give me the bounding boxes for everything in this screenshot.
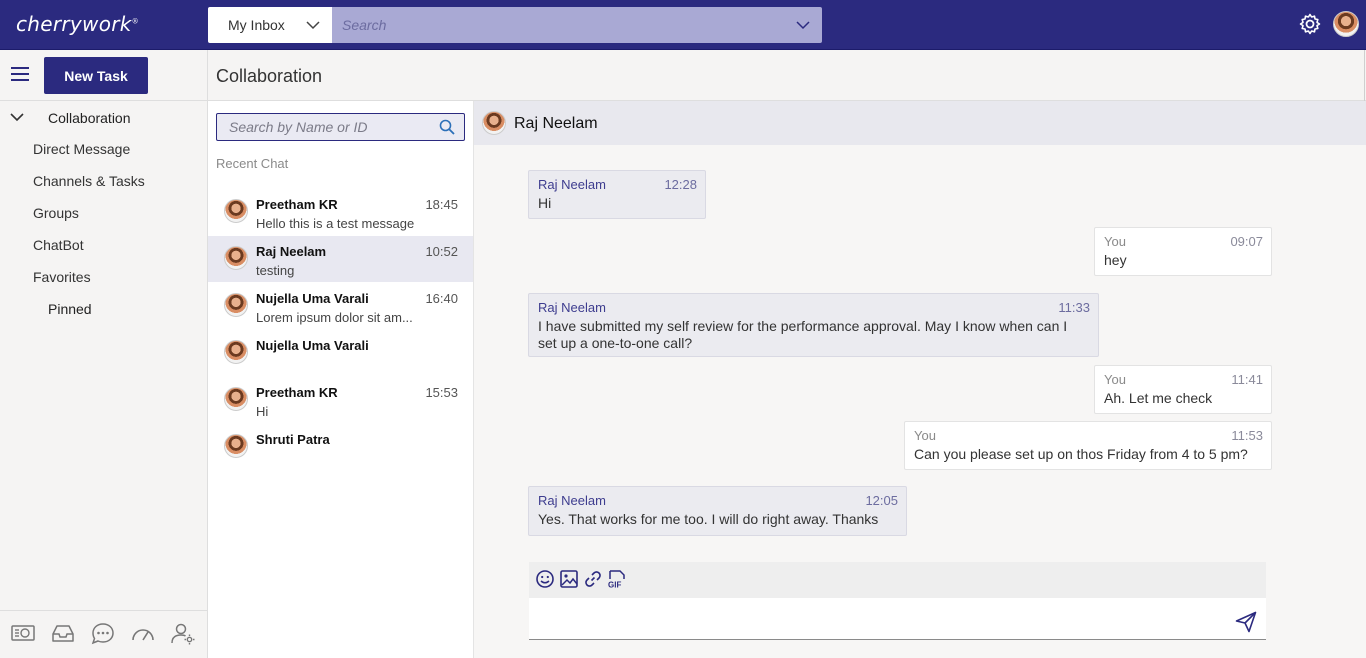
recent-chat-label: Recent Chat xyxy=(216,156,289,171)
message-time: 11:41 xyxy=(1231,372,1263,387)
global-search xyxy=(332,7,822,43)
user-settings-icon[interactable] xyxy=(170,621,196,645)
message-input[interactable] xyxy=(537,606,1227,632)
contact-name[interactable]: Raj Neelam xyxy=(514,115,598,133)
chat-time: 16:40 xyxy=(425,291,458,306)
nav-section-label: Collaboration xyxy=(48,110,131,126)
chat-name: Preetham KR xyxy=(256,385,338,400)
hamburger-menu-icon[interactable] xyxy=(11,67,29,81)
chat-name: Raj Neelam xyxy=(256,244,327,259)
top-bar: cherrywork® My Inbox xyxy=(0,0,1366,50)
nav-section-collaboration[interactable]: Collaboration xyxy=(0,107,207,129)
chat-time: 15:53 xyxy=(425,385,458,400)
message-composer: GIF xyxy=(529,562,1266,640)
message-bubble: Raj Neelam 11:33 I have submitted my sel… xyxy=(528,293,1099,357)
message-text: Ah. Let me check xyxy=(1104,390,1213,406)
message-time: 12:28 xyxy=(664,177,697,192)
search-input[interactable] xyxy=(342,17,782,33)
message-text: I have submitted my self review for the … xyxy=(538,318,1068,351)
composer-toolbar: GIF xyxy=(529,562,1266,598)
chat-time: 10:52 xyxy=(425,244,458,259)
divider xyxy=(1364,50,1365,101)
message-text: Can you please set up on thos Friday fro… xyxy=(914,446,1248,462)
avatar xyxy=(224,293,248,317)
message-sender: You xyxy=(914,428,936,443)
chat-list-item[interactable]: Preetham KR 18:45 Hello this is a test m… xyxy=(208,189,473,235)
message-sender: Raj Neelam xyxy=(538,493,606,508)
chat-bubble-icon[interactable] xyxy=(90,621,116,645)
message-time: 12:05 xyxy=(865,493,898,508)
message-bubble: You 11:53 Can you please set up on thos … xyxy=(904,421,1272,470)
new-task-button[interactable]: New Task xyxy=(44,57,148,94)
divider xyxy=(207,50,208,101)
message-sender: Raj Neelam xyxy=(538,300,606,315)
chat-preview: testing xyxy=(256,263,295,278)
chat-list-panel: Recent Chat Preetham KR 18:45 Hello this… xyxy=(208,101,474,658)
user-avatar[interactable] xyxy=(1333,11,1359,37)
inbox-tray-icon[interactable] xyxy=(50,621,76,645)
message-text: Hi xyxy=(538,195,552,211)
nav-item-chatbot[interactable]: ChatBot xyxy=(33,237,84,253)
chat-preview: Hello this is a test message xyxy=(256,216,415,231)
emoji-icon[interactable] xyxy=(535,569,555,589)
chat-list-item[interactable]: Preetham KR 15:53 Hi xyxy=(208,377,473,423)
chat-preview: Hi xyxy=(256,404,269,419)
link-icon[interactable] xyxy=(583,569,603,589)
message-bubble: Raj Neelam 12:28 Hi xyxy=(528,170,706,219)
svg-text:GIF: GIF xyxy=(608,581,621,590)
message-time: 11:33 xyxy=(1058,300,1090,315)
speedometer-icon[interactable] xyxy=(130,621,156,645)
chevron-down-icon[interactable] xyxy=(796,19,810,31)
inbox-select-label: My Inbox xyxy=(228,17,285,33)
nav-item-favorites[interactable]: Favorites xyxy=(33,269,91,285)
nav-item-groups[interactable]: Groups xyxy=(33,205,79,221)
composer-input-area xyxy=(529,598,1266,640)
conversation-panel: Raj Neelam Raj Neelam 12:28 Hi You 09:07… xyxy=(474,101,1366,658)
image-icon[interactable] xyxy=(559,569,579,589)
avatar[interactable] xyxy=(482,111,506,135)
avatar xyxy=(224,199,248,223)
conversation-header: Raj Neelam xyxy=(474,101,1366,145)
sub-header: New Task Collaboration xyxy=(0,50,1366,101)
search-icon[interactable] xyxy=(439,119,455,135)
message-bubble: Raj Neelam 12:05 Yes. That works for me … xyxy=(528,486,907,536)
avatar xyxy=(224,434,248,458)
message-bubble: You 09:07 hey xyxy=(1094,227,1272,276)
chat-search-input[interactable] xyxy=(229,119,429,135)
chat-list-item[interactable]: Shruti Patra xyxy=(208,424,473,470)
chevron-down-icon xyxy=(10,113,24,122)
chat-search xyxy=(216,113,465,141)
nav-item-channels-tasks[interactable]: Channels & Tasks xyxy=(33,173,145,189)
nav-item-pinned[interactable]: Pinned xyxy=(48,301,92,317)
avatar xyxy=(224,387,248,411)
message-bubble: You 11:41 Ah. Let me check xyxy=(1094,365,1272,414)
send-icon[interactable] xyxy=(1234,610,1258,634)
message-time: 09:07 xyxy=(1230,234,1263,249)
chat-list-item[interactable]: Nujella Uma Varali 16:40 Lorem ipsum dol… xyxy=(208,283,473,329)
chat-name: Nujella Uma Varali xyxy=(256,291,369,306)
inbox-select[interactable]: My Inbox xyxy=(208,7,332,43)
chat-list-item[interactable]: Raj Neelam 10:52 testing xyxy=(208,236,473,282)
dashboard-card-icon[interactable] xyxy=(10,621,36,645)
nav-item-direct-message[interactable]: Direct Message xyxy=(33,141,130,157)
message-text: Yes. That works for me too. I will do ri… xyxy=(538,511,879,527)
gear-icon[interactable] xyxy=(1298,12,1322,36)
bottom-toolbar xyxy=(0,610,207,658)
chat-time: 18:45 xyxy=(425,197,458,212)
cherrywork-logo[interactable]: cherrywork® xyxy=(16,12,139,36)
chat-list-item[interactable]: Nujella Uma Varali xyxy=(208,330,473,376)
message-time: 11:53 xyxy=(1231,428,1263,443)
message-text: hey xyxy=(1104,252,1127,268)
page-title: Collaboration xyxy=(216,66,323,86)
avatar xyxy=(224,340,248,364)
gif-icon[interactable]: GIF xyxy=(607,569,627,589)
chat-preview: Lorem ipsum dolor sit am... xyxy=(256,310,413,325)
avatar xyxy=(224,246,248,270)
chat-name: Nujella Uma Varali xyxy=(256,338,369,353)
chat-name: Shruti Patra xyxy=(256,432,330,447)
chat-name: Preetham KR xyxy=(256,197,338,212)
left-nav: Collaboration Direct Message Channels & … xyxy=(0,101,208,658)
chevron-down-icon xyxy=(306,21,320,30)
